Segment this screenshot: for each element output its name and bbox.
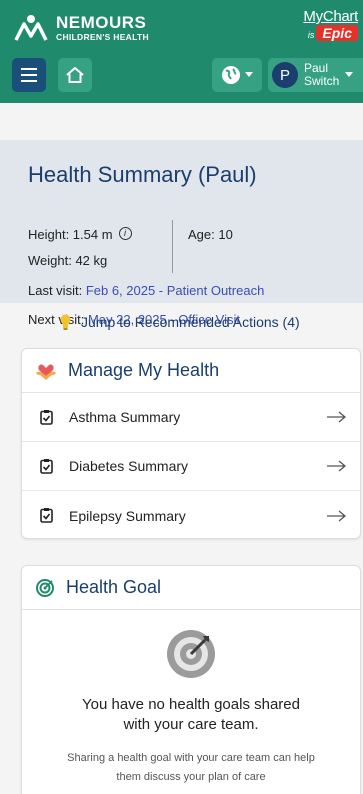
health-summary-panel: Health Summary (Paul) Height: 1.54 m i Ag… [0,140,363,327]
nemours-mark-icon [14,15,48,41]
divider [172,220,173,273]
age-value: Age: 10 [188,227,233,242]
goal-card-header: Health Goal [22,566,360,610]
goal-detail-text: Sharing a health goal with your care tea… [67,752,315,783]
no-goals-message: You have no health goals shared with you… [82,696,300,733]
mychart-epic-logo: MyChart is Epic [303,8,358,43]
lightbulb-icon [60,314,71,330]
goal-card-title: Health Goal [66,577,162,597]
switch-action: Switch [304,74,340,88]
manage-card-title: Manage My Health [68,360,220,380]
page: NEMOURS CHILDREN'S HEALTH MyChart is Epic [0,0,363,794]
clipboard-icon [40,508,53,523]
dartboard-icon [167,630,215,678]
asthma-summary-label: Asthma Summary [69,409,181,425]
menu-button[interactable] [12,58,46,92]
last-visit-label: Last visit: [28,283,83,298]
jump-to-recommended-actions-link[interactable]: Jump to Recommended Actions (4) [60,314,300,330]
asthma-summary-item[interactable]: Asthma Summary [22,393,360,442]
epilepsy-summary-item[interactable]: Epilepsy Summary [22,491,360,540]
height-value: Height: 1.54 m [28,227,113,242]
header-bar: NEMOURS CHILDREN'S HEALTH MyChart is Epic [0,0,363,103]
diabetes-summary-label: Diabetes Summary [69,458,189,474]
globe-icon [222,66,240,84]
jump-link-label: Jump to Recommended Actions (4) [81,314,300,330]
clipboard-icon [40,458,53,474]
hamburger-icon [21,68,37,70]
manage-card-header: Manage My Health [22,349,360,393]
weight-value: Weight: 42 kg [28,253,108,268]
health-goal-card: Health Goal You have no health goals sha… [21,565,361,794]
avatar: P [272,62,298,88]
target-icon [36,578,54,597]
home-icon [66,67,84,83]
mychart-is: is [307,30,315,40]
last-visit-link[interactable]: Feb 6, 2025 - Patient Outreach [86,283,265,298]
heart-hands-icon [36,363,56,380]
chevron-down-icon [245,72,253,77]
brand-sub: CHILDREN'S HEALTH [56,32,149,43]
manage-my-health-card: Manage My Health Asthma Summary Diabetes… [21,348,361,539]
diabetes-summary-item[interactable]: Diabetes Summary [22,442,360,491]
info-icon[interactable]: i [118,227,132,240]
arrow-right-icon [327,411,346,423]
brand-name: NEMOURS [56,13,147,33]
epilepsy-summary-label: Epilepsy Summary [69,507,186,524]
home-button[interactable] [58,58,92,92]
arrow-right-icon [327,460,346,472]
page-title: Health Summary (Paul) [28,162,257,187]
arrow-right-icon [327,510,346,521]
epic-label: Epic [316,25,358,41]
switch-patient-button[interactable]: P Paul Switch [268,58,363,92]
chevron-down-icon [345,72,354,77]
language-button[interactable] [212,58,262,92]
mychart-label: MyChart [303,8,358,25]
nemours-logo[interactable]: NEMOURS CHILDREN'S HEALTH [14,14,149,42]
clipboard-icon [40,409,53,425]
